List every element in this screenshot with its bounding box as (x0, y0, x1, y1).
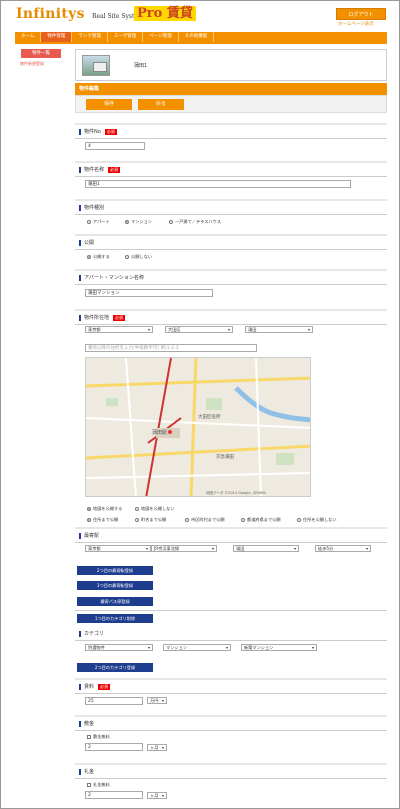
add-category2-button[interactable]: 2つ目のカテゴリ登録 (77, 663, 153, 672)
add-station2-button[interactable]: 2つ目の最寄駅登録 (77, 566, 153, 575)
category2-select[interactable]: マンション (163, 644, 231, 651)
key-money-input[interactable]: 2 (85, 791, 143, 799)
station-select[interactable]: 蒲田 (233, 545, 299, 552)
property-thumbnail (82, 55, 110, 76)
map-label-station: 蒲田駅 (152, 429, 167, 436)
building-name-input[interactable]: 蒲田マンション (85, 289, 213, 297)
header: Infinitys Real Site System Pro 賃貸 ログアウト … (2, 2, 399, 32)
deposit-free-checkbox[interactable]: 敷金無料 (87, 734, 110, 740)
address-input[interactable]: 番地以降の住所を入力(半角数字可) 例)1-2-3 (85, 344, 257, 352)
add-station3-button[interactable]: 3つ目の最寄駅登録 (77, 581, 153, 590)
logo: Infinitys (16, 6, 85, 22)
radio-disclose-address[interactable]: 住所まで公開 (87, 517, 118, 523)
label-address: 物件所在地 (84, 315, 110, 321)
radio-disclose-prefecture[interactable]: 都道府県まで公開 (241, 517, 281, 523)
prefecture-select[interactable]: 東京都 (85, 326, 153, 333)
radio-disclose-none[interactable]: 住所を公開しない (297, 517, 337, 523)
radio-house[interactable]: 一戸建て／テラスハウス (169, 219, 221, 225)
radio-apartment[interactable]: アパート (87, 219, 110, 225)
delete-category1-button[interactable]: 1つ目のカテゴリ削除 (77, 614, 153, 623)
label-key-money: 礼金 (84, 769, 95, 775)
section-property-type: 物件種別 (75, 199, 387, 215)
back-button[interactable]: 戻る (138, 99, 184, 110)
station-prefecture-select[interactable]: 東京都 (85, 545, 151, 552)
map-graphic: 蒲田駅 大田区役所 京急蒲田 地図データ ©2014 Google, ZENRI… (86, 358, 310, 496)
label-property-type: 物件種別 (84, 205, 105, 211)
nav-item-home[interactable]: ホーム (15, 32, 42, 42)
required-badge: 必須 (98, 683, 111, 690)
section-key-money: 礼金 (75, 763, 387, 779)
main-nav: ホーム 物件管理 ランク管理 スーザ管理 ページ管理 その他機能 (15, 32, 387, 42)
map-label-keikyu: 京急蒲田 (216, 453, 234, 460)
label-category: カテゴリ (84, 631, 105, 637)
sidebar: 物件一覧 物件新規登録 (15, 49, 69, 67)
action-bar: 保存 戻る (75, 95, 387, 113)
save-button[interactable]: 保存 (86, 99, 132, 110)
section-address: 物件所在地 必須 (75, 309, 387, 325)
section-category: カテゴリ (75, 627, 387, 641)
nav-item-rank[interactable]: ランク管理 (72, 32, 108, 42)
property-summary: 蒲田1 (75, 49, 387, 81)
key-money-free-checkbox[interactable]: 礼金無料 (87, 782, 110, 788)
sidebar-item-property-list[interactable]: 物件一覧 (21, 49, 61, 58)
map-label-ward-office: 大田区役所 (198, 413, 221, 420)
section-rent: 賃料 必須 (75, 678, 387, 694)
nav-item-page[interactable]: ページ管理 (143, 32, 179, 42)
logo-pro-badge: Pro 賃貸 (134, 6, 196, 21)
label-station: 最寄駅 (84, 533, 100, 539)
house-icon (93, 62, 107, 72)
radio-publish[interactable]: 公開する (87, 254, 110, 260)
category1-select[interactable]: 特選物件 (85, 644, 153, 651)
property-name-input[interactable]: 蒲田1 (85, 180, 351, 188)
required-badge: 必須 (108, 166, 121, 173)
property-name: 蒲田1 (134, 63, 148, 69)
main-content: 蒲田1 物件編集 保存 戻る (75, 49, 387, 113)
label-building-name: アパート・マンション名称 (84, 275, 144, 281)
homepage-link[interactable]: ホームページ表示 (338, 21, 374, 27)
label-rent: 賃料 (84, 684, 95, 690)
section-building-name: アパート・マンション名称 (75, 269, 387, 285)
sidebar-item-new-property[interactable]: 物件新規登録 (20, 61, 69, 67)
walk-time-select[interactable]: 徒歩5分 (315, 545, 371, 552)
section-property-name: 物件名称 必須 (75, 161, 387, 177)
section-property-no: 物件No 必須 (75, 123, 387, 139)
rent-unit-select[interactable]: 万円 (147, 697, 167, 704)
radio-map-show[interactable]: 地図を公開する (87, 506, 122, 512)
label-publish: 公開 (84, 240, 95, 246)
deposit-unit-select[interactable]: ヶ月 (147, 744, 167, 751)
label-property-no: 物件No (84, 129, 101, 135)
station-line-select[interactable]: JR京浜東北線 (151, 545, 217, 552)
edit-band: 物件編集 (75, 83, 387, 95)
nav-item-other[interactable]: その他機能 (179, 32, 215, 42)
radio-disclose-city[interactable]: 市区町村まで公開 (185, 517, 225, 523)
map-attribution: 地図データ ©2014 Google, ZENRIN (206, 490, 266, 495)
section-station: 最寄駅 (75, 527, 387, 543)
label-property-name: 物件名称 (84, 167, 105, 173)
section-deposit: 敷金 (75, 715, 387, 731)
add-bus-stop-button[interactable]: 最寄バス停登録 (77, 597, 153, 606)
nav-item-property[interactable]: 物件管理 (41, 32, 73, 42)
category3-select[interactable]: 新築マンション (241, 644, 317, 651)
key-money-unit-select[interactable]: ヶ月 (147, 792, 167, 799)
required-badge: 必須 (113, 314, 126, 321)
town-select[interactable]: 蒲田 (245, 326, 313, 333)
radio-mansion[interactable]: マンション (125, 219, 152, 225)
city-select[interactable]: 大田区 (165, 326, 233, 333)
logout-button[interactable]: ログアウト (336, 8, 386, 20)
label-deposit: 敷金 (84, 721, 95, 727)
rent-input[interactable]: 25 (85, 697, 143, 705)
nav-item-staff[interactable]: スーザ管理 (108, 32, 144, 42)
app-frame: Infinitys Real Site System Pro 賃貸 ログアウト … (0, 0, 400, 809)
subnav-bar (15, 42, 387, 44)
section-publish: 公開 (75, 234, 387, 250)
map[interactable]: 蒲田駅 大田区役所 京急蒲田 地図データ ©2014 Google, ZENRI… (85, 357, 311, 497)
property-no-input[interactable]: 4 (85, 142, 145, 150)
required-badge: 必須 (104, 128, 117, 135)
radio-unpublish[interactable]: 公開しない (125, 254, 152, 260)
radio-map-hide[interactable]: 地図を公開しない (135, 506, 175, 512)
radio-disclose-town[interactable]: 町名まで公開 (135, 517, 166, 523)
deposit-input[interactable]: 2 (85, 743, 143, 751)
